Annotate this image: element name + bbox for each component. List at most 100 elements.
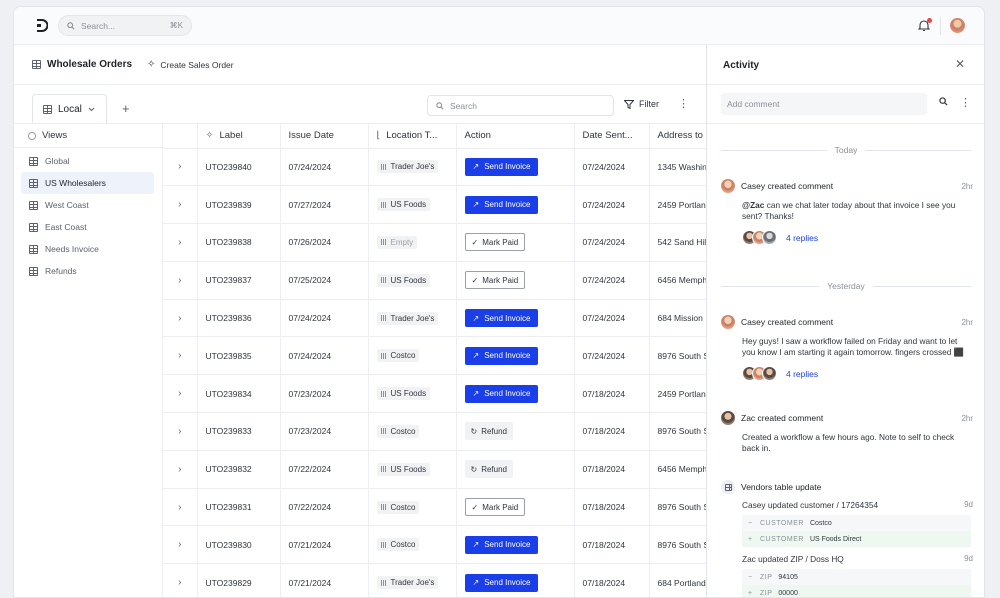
- table-row[interactable]: › UTO239831 07/22/2024 Costco ✓ Mark Paid 07/1…: [163, 488, 706, 527]
- send-invoice-button[interactable]: ↗ Send Invoice: [464, 157, 539, 176]
- location-chip[interactable]: Costco: [376, 500, 420, 514]
- view-item[interactable]: Global: [21, 150, 154, 172]
- table-row[interactable]: › UTO239840 07/24/2024 Trader Joe's ↗ Send In…: [163, 148, 706, 187]
- close-icon[interactable]: ✕: [955, 57, 965, 71]
- add-comment-placeholder: Add comment: [727, 99, 780, 109]
- views-list: Global US Wholesalers West Coast East Coast…: [14, 148, 162, 282]
- location-label: Trader Joe's: [390, 162, 435, 172]
- mark-paid-button[interactable]: ✓ Mark Paid: [464, 233, 526, 252]
- app-logo-icon[interactable]: [35, 19, 48, 32]
- replies-link[interactable]: 4 replies: [786, 369, 818, 379]
- expand-row-icon[interactable]: ›: [163, 185, 198, 225]
- global-search-input[interactable]: Search... ⌘K: [58, 15, 192, 36]
- table-row[interactable]: › UTO239834 07/23/2024 US Foods ↗ Send Invoic…: [163, 374, 706, 414]
- table-grid-icon: [43, 104, 52, 114]
- send-invoice-button[interactable]: ↗ Send Invoice: [464, 346, 539, 365]
- expand-row-icon[interactable]: ›: [163, 450, 198, 489]
- table-row[interactable]: › UTO239838 07/26/2024 Empty ✓ Mark Paid 07/24…: [163, 223, 706, 262]
- mark-paid-button[interactable]: ✓ Mark Paid: [464, 271, 526, 290]
- view-item[interactable]: East Coast: [21, 216, 154, 238]
- activity-more-icon[interactable]: ⋮: [960, 96, 971, 109]
- expand-row-icon[interactable]: ›: [163, 261, 198, 300]
- location-label: US Foods: [390, 389, 427, 399]
- send-invoice-button[interactable]: ↗ Send Invoice: [464, 384, 539, 403]
- replies-row[interactable]: 4 replies: [742, 366, 973, 382]
- table-row[interactable]: › UTO239839 07/27/2024 US Foods ↗ Send Invoic…: [163, 185, 706, 225]
- table-icon: [721, 480, 735, 494]
- user-avatar[interactable]: [950, 18, 965, 33]
- filter-button[interactable]: Filter: [624, 99, 659, 109]
- location-chip[interactable]: Trader Joe's: [376, 576, 439, 590]
- expand-row-icon[interactable]: ›: [163, 374, 198, 414]
- expand-row-icon[interactable]: ›: [163, 223, 198, 262]
- main-content: Wholesale Orders ✧ Create Sales Order Lo…: [14, 45, 706, 597]
- table-row[interactable]: › UTO239829 07/21/2024 Trader Joe's ↗ Send In…: [163, 563, 706, 597]
- table-row[interactable]: › UTO239835 07/24/2024 Costco ↗ Send Invoice 0…: [163, 336, 706, 376]
- expand-row-icon[interactable]: ›: [163, 488, 198, 527]
- cell-label: UTO239832: [197, 450, 281, 489]
- mark-paid-button[interactable]: ✓ Mark Paid: [464, 498, 526, 517]
- location-chip[interactable]: US Foods: [376, 198, 431, 212]
- view-item[interactable]: Needs Invoice: [21, 238, 154, 260]
- view-item[interactable]: West Coast: [21, 194, 154, 216]
- view-item[interactable]: US Wholesalers: [21, 172, 154, 194]
- cell-label: UTO239829: [197, 563, 281, 597]
- column-header-action[interactable]: Action: [456, 124, 575, 149]
- comment-author: Zac created comment: [741, 413, 824, 423]
- expand-row-icon[interactable]: ›: [163, 412, 198, 451]
- mention[interactable]: @Zac: [742, 200, 764, 210]
- avatar: [721, 411, 735, 425]
- send-invoice-button[interactable]: ↗ Send Invoice: [464, 309, 539, 328]
- column-header-date-sent[interactable]: Date Sent...: [574, 124, 650, 149]
- expand-row-icon[interactable]: ›: [163, 299, 198, 338]
- cell-address: 2459 Portlan: [649, 185, 706, 225]
- view-item[interactable]: Refunds: [21, 260, 154, 282]
- column-header-address[interactable]: Address to: [649, 124, 706, 149]
- expand-row-icon[interactable]: ›: [163, 525, 198, 565]
- column-header-location-type[interactable]: ⌊ Location T...: [368, 124, 457, 149]
- location-chip[interactable]: US Foods: [376, 462, 431, 476]
- location-chip[interactable]: Costco: [376, 424, 420, 438]
- column-header-date-sent-text: Date Sent...: [582, 130, 633, 142]
- refund-button[interactable]: ↻ Refund: [464, 422, 513, 441]
- cell-location: Trader Joe's: [368, 299, 457, 338]
- location-chip[interactable]: US Foods: [376, 387, 431, 401]
- column-header-label[interactable]: ✧ Label: [197, 124, 281, 149]
- send-invoice-button[interactable]: ↗ Send Invoice: [464, 195, 539, 214]
- arrow-up-right-icon: ↗: [472, 162, 480, 172]
- expand-row-icon[interactable]: ›: [163, 148, 198, 187]
- expand-row-icon[interactable]: ›: [163, 336, 198, 376]
- table-row[interactable]: › UTO239836 07/24/2024 Trader Joe's ↗ Send In…: [163, 299, 706, 338]
- location-chip[interactable]: Trader Joe's: [376, 311, 439, 325]
- refund-button[interactable]: ↻ Refund: [464, 460, 513, 479]
- replies-row[interactable]: 4 replies: [742, 230, 973, 246]
- location-chip[interactable]: US Foods: [376, 273, 431, 287]
- send-invoice-button[interactable]: ↗ Send Invoice: [464, 535, 539, 554]
- search-icon[interactable]: [939, 97, 948, 106]
- create-sales-order-button[interactable]: ✧ Create Sales Order: [147, 59, 234, 70]
- column-header-issue-date[interactable]: Issue Date: [280, 124, 369, 149]
- cell-date-sent: 07/24/2024: [574, 261, 650, 300]
- more-options-icon[interactable]: ⋮: [678, 97, 689, 110]
- add-comment-input[interactable]: Add comment: [721, 93, 927, 115]
- column-header-issue-date-text: Issue Date: [288, 130, 334, 142]
- table-row[interactable]: › UTO239837 07/25/2024 US Foods ✓ Mark Paid 07…: [163, 261, 706, 300]
- action-label: Mark Paid: [482, 237, 519, 247]
- expand-row-icon[interactable]: ›: [163, 563, 198, 597]
- location-chip[interactable]: Costco: [376, 538, 420, 552]
- replies-link[interactable]: 4 replies: [786, 233, 818, 243]
- add-tab-button[interactable]: +: [122, 101, 130, 116]
- cell-location: US Foods: [368, 261, 457, 300]
- column-header-location-text: Location T...: [386, 130, 438, 142]
- comment-item: Zac created comment 2hr Created a workfl…: [721, 411, 973, 454]
- tab-local[interactable]: Local: [32, 94, 107, 123]
- location-chip[interactable]: Costco: [376, 349, 420, 363]
- send-invoice-button[interactable]: ↗ Send Invoice: [464, 573, 539, 592]
- table-row[interactable]: › UTO239833 07/23/2024 Costco ↻ Refund 07/18/2…: [163, 412, 706, 451]
- table-search-input[interactable]: Search: [427, 95, 614, 116]
- table-row[interactable]: › UTO239832 07/22/2024 US Foods ↻ Refund 07/18…: [163, 450, 706, 489]
- location-chip[interactable]: Trader Joe's: [376, 160, 439, 174]
- table-row[interactable]: › UTO239830 07/21/2024 Costco ↗ Send Invoice 0…: [163, 525, 706, 565]
- location-chip[interactable]: Empty: [376, 235, 418, 249]
- cell-label: UTO239836: [197, 299, 281, 338]
